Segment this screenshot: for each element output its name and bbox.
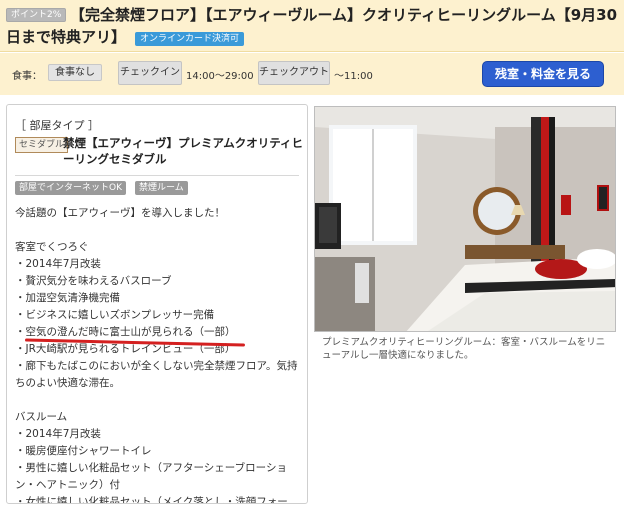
room-detail-panel: ［ 部屋タイプ ］ セミダブル 禁煙【エアウィーヴ】プレミアムクオリティヒーリン… [6,104,308,504]
room-photo[interactable] [314,106,616,332]
checkout-label: チェックアウト [258,61,330,85]
view-availability-button[interactable]: 残室・料金を見る [482,61,604,87]
plan-header: ポイント2% 【完全禁煙フロア】【エアウィーヴルーム】クオリティヒーリングルーム… [0,0,624,52]
non-smoking-tag: 禁煙ルーム [135,181,188,195]
checkin-time: 14:00～29:00 [186,71,254,82]
online-payment-badge: オンラインカード決済可 [135,32,245,46]
divider [15,175,299,176]
plan-title[interactable]: 【完全禁煙フロア】【エアウィーヴルーム】クオリティヒーリングルーム【9月30 [70,4,620,26]
bed-type-tag: セミダブル [15,137,69,153]
stay-info-bar: 食事： 食事なし チェックイン 14:00～29:00 チェックアウト ～11:… [0,53,624,95]
checkin-label: チェックイン [118,61,182,85]
internet-ok-tag: 部屋でインターネットOK [15,181,126,195]
room-plan-name: 禁煙【エアウィーヴ】プレミアムクオリティヒーリングセミダブル [63,136,304,166]
room-type-heading: ［ 部屋タイプ ］ [15,119,99,132]
meal-label: 食事： [12,71,42,82]
meal-value-badge: 食事なし [48,64,102,81]
photo-caption: プレミアムクオリティヒーリングルーム：客室・バスルームをリニューアルし一層快適に… [322,337,606,361]
room-photo-image [315,107,615,331]
point-badge: ポイント2% [6,8,67,22]
checkout-time: ～11:00 [334,71,373,82]
room-description: 今話題の【エアウィーヴ】を導入しました！ 客室でくつろぐ ・2014年7月改装 … [15,207,298,504]
plan-title-line2[interactable]: 日まで特典アリ】 [6,26,126,48]
